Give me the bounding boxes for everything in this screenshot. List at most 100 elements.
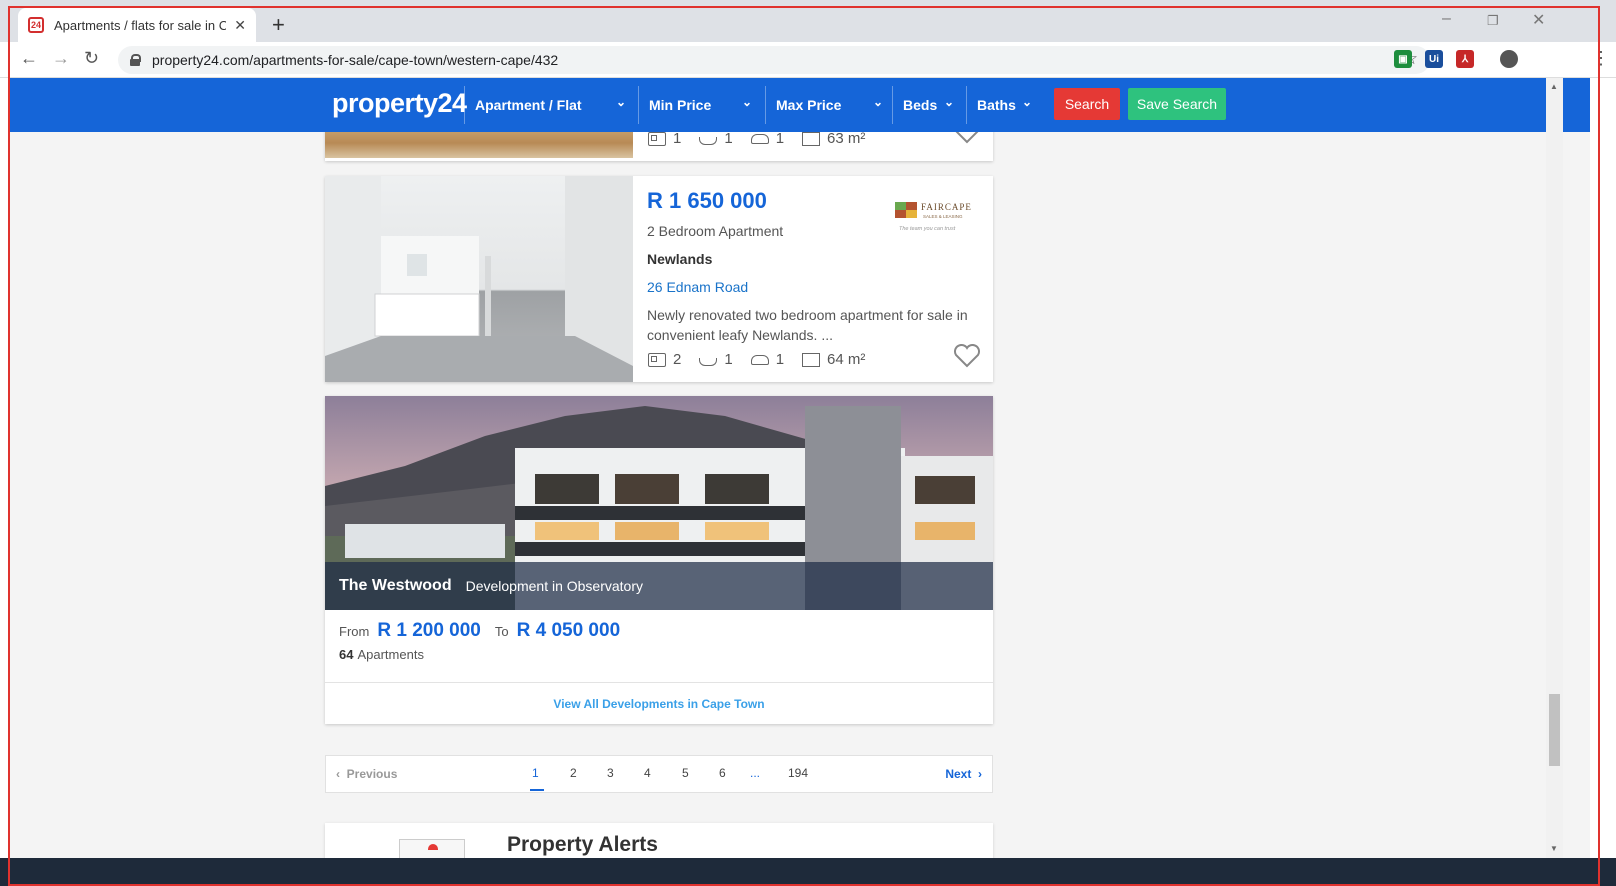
address-bar: ← → ↻ property24.com/apartments-for-sale… [0,42,1616,78]
minimize-button[interactable]: – [1442,10,1451,28]
filter-label: Beds [903,97,938,113]
page-link-6[interactable]: 6 [719,766,726,780]
extension-pdf-icon[interactable]: ⅄ [1456,50,1474,68]
floor-size: 63 m² [827,132,866,147]
url-text: property24.com/apartments-for-sale/cape-… [152,52,559,68]
street-address-link[interactable]: 26 Ednam Road [647,279,748,295]
bed-icon [648,352,666,367]
page-link-4[interactable]: 4 [644,766,651,780]
view-all-developments-link[interactable]: View All Developments in Cape Town [325,682,993,724]
property-alerts-title: Property Alerts [507,833,658,856]
previous-page-button[interactable]: ‹ Previous [336,767,397,781]
baths-filter[interactable]: Baths ⌄ [966,86,1040,124]
page-link-2[interactable]: 2 [570,766,577,780]
tab-strip: 24 Apartments / flats for sale in Cap ✕ … [0,0,1616,42]
beds-filter[interactable]: Beds ⌄ [892,86,962,124]
filter-label: Min Price [649,97,712,113]
bedrooms-count: 2 [673,351,682,368]
browser-tab[interactable]: 24 Apartments / flats for sale in Cap ✕ [18,8,256,42]
filter-label: Max Price [776,97,842,113]
car-icon [750,354,769,365]
forward-arrow-icon[interactable]: → [52,48,70,69]
favourite-heart-icon[interactable] [953,132,981,144]
agency-logo-sub: SALES & LEASING [923,214,963,219]
floor-plan-icon [802,132,821,146]
agency-logo-text: FAIRCAPE [921,202,972,212]
to-price: R 4 050 000 [516,620,621,641]
page-link-5[interactable]: 5 [682,766,689,780]
to-label: To [494,624,509,639]
favourite-heart-icon[interactable] [953,344,981,368]
development-name[interactable]: The Westwood [339,577,452,595]
previous-label: Previous [346,767,398,781]
profile-avatar-icon[interactable] [1500,50,1518,68]
bedrooms-spec: 1 [648,132,681,147]
floor-size-spec: 63 m² [802,132,865,147]
extension-green-icon[interactable]: ▣ [1394,50,1412,68]
development-subtitle: Development in Observatory [465,578,644,594]
faircape-agency-logo[interactable]: FAIRCAPE SALES & LEASING The team you ca… [893,200,981,236]
floor-size: 64 m² [827,351,866,368]
development-card[interactable]: The Westwood Development in Observatory … [325,396,993,724]
car-icon [750,133,769,144]
extension-ui-icon[interactable]: Ui [1425,50,1443,68]
bathrooms-spec: 1 [699,351,733,368]
listing-card[interactable]: 1 1 1 63 m² [325,132,993,161]
listing-photo[interactable] [325,132,633,158]
property-type-filter[interactable]: Apartment / Flat ⌄ [464,86,634,124]
bedrooms-spec: 2 [648,351,681,368]
bathrooms-spec: 1 [699,132,733,147]
parking-spec: 1 [750,132,785,147]
apartment-interior-image [325,176,633,382]
floor-size-spec: 64 m² [802,351,865,368]
reload-icon[interactable]: ↻ [84,48,99,69]
url-field[interactable]: property24.com/apartments-for-sale/cape-… [118,46,1430,74]
listing-price: R 1 650 000 [647,188,767,213]
parking-count: 1 [775,351,785,368]
chevron-down-icon: ⌄ [943,95,954,109]
chevron-down-icon: ⌄ [872,95,883,109]
back-arrow-icon[interactable]: ← [20,48,38,69]
page-ellipsis: ... [750,766,761,780]
new-tab-button[interactable]: + [272,12,285,38]
restore-button[interactable]: ❐ [1487,13,1499,29]
next-page-button[interactable]: Next › [945,767,982,781]
scroll-up-arrow-icon[interactable]: ▲ [1550,82,1558,91]
close-window-button[interactable]: ✕ [1532,10,1545,30]
listing-specs: 2 1 1 64 m² [648,351,883,368]
from-label: From [339,624,370,639]
page-link-3[interactable]: 3 [607,766,614,780]
results-page: 1 1 1 63 m² R 1 650 000 FAIRCAPE SALES &… [10,132,1590,886]
bath-icon [699,358,718,366]
bathrooms-count: 1 [724,351,733,368]
listing-specs: 1 1 1 63 m² [648,132,883,147]
unit-count: 64 Apartments [339,647,424,662]
parking-spec: 1 [750,351,785,368]
bedrooms-count: 1 [673,132,682,147]
tab-title: Apartments / flats for sale in Cap [54,17,227,33]
page-link-1[interactable]: 1 [532,766,539,780]
development-title-bar: The Westwood Development in Observatory [325,562,993,610]
page-scrollbar[interactable]: ▲ ▼ [1546,78,1563,858]
scrollbar-thumb[interactable] [1549,694,1560,766]
tab-close-icon[interactable]: ✕ [234,17,246,34]
bed-icon [648,132,666,146]
max-price-filter[interactable]: Max Price ⌄ [765,86,891,124]
scroll-down-arrow-icon[interactable]: ▼ [1550,844,1558,853]
listing-card[interactable]: R 1 650 000 FAIRCAPE SALES & LEASING The… [325,176,993,382]
price-range: From R 1 200 000 To R 4 050 000 [339,620,634,642]
page-link-last[interactable]: 194 [788,766,808,780]
property24-logo[interactable]: property24 [332,88,467,119]
parking-count: 1 [775,132,785,147]
search-button[interactable]: Search [1054,88,1120,120]
bathrooms-count: 1 [724,132,733,147]
browser-menu-icon[interactable]: ⋮ [1592,48,1610,69]
browser-window: 24 Apartments / flats for sale in Cap ✕ … [0,0,1616,886]
site-header: property24 Apartment / Flat ⌄ Min Price … [10,78,1590,132]
min-price-filter[interactable]: Min Price ⌄ [638,86,760,124]
suburb-name: Newlands [647,251,713,267]
save-search-button[interactable]: Save Search [1128,88,1226,120]
filter-label: Apartment / Flat [475,97,582,113]
listing-photo[interactable] [325,176,633,382]
floor-plan-icon [802,352,821,367]
